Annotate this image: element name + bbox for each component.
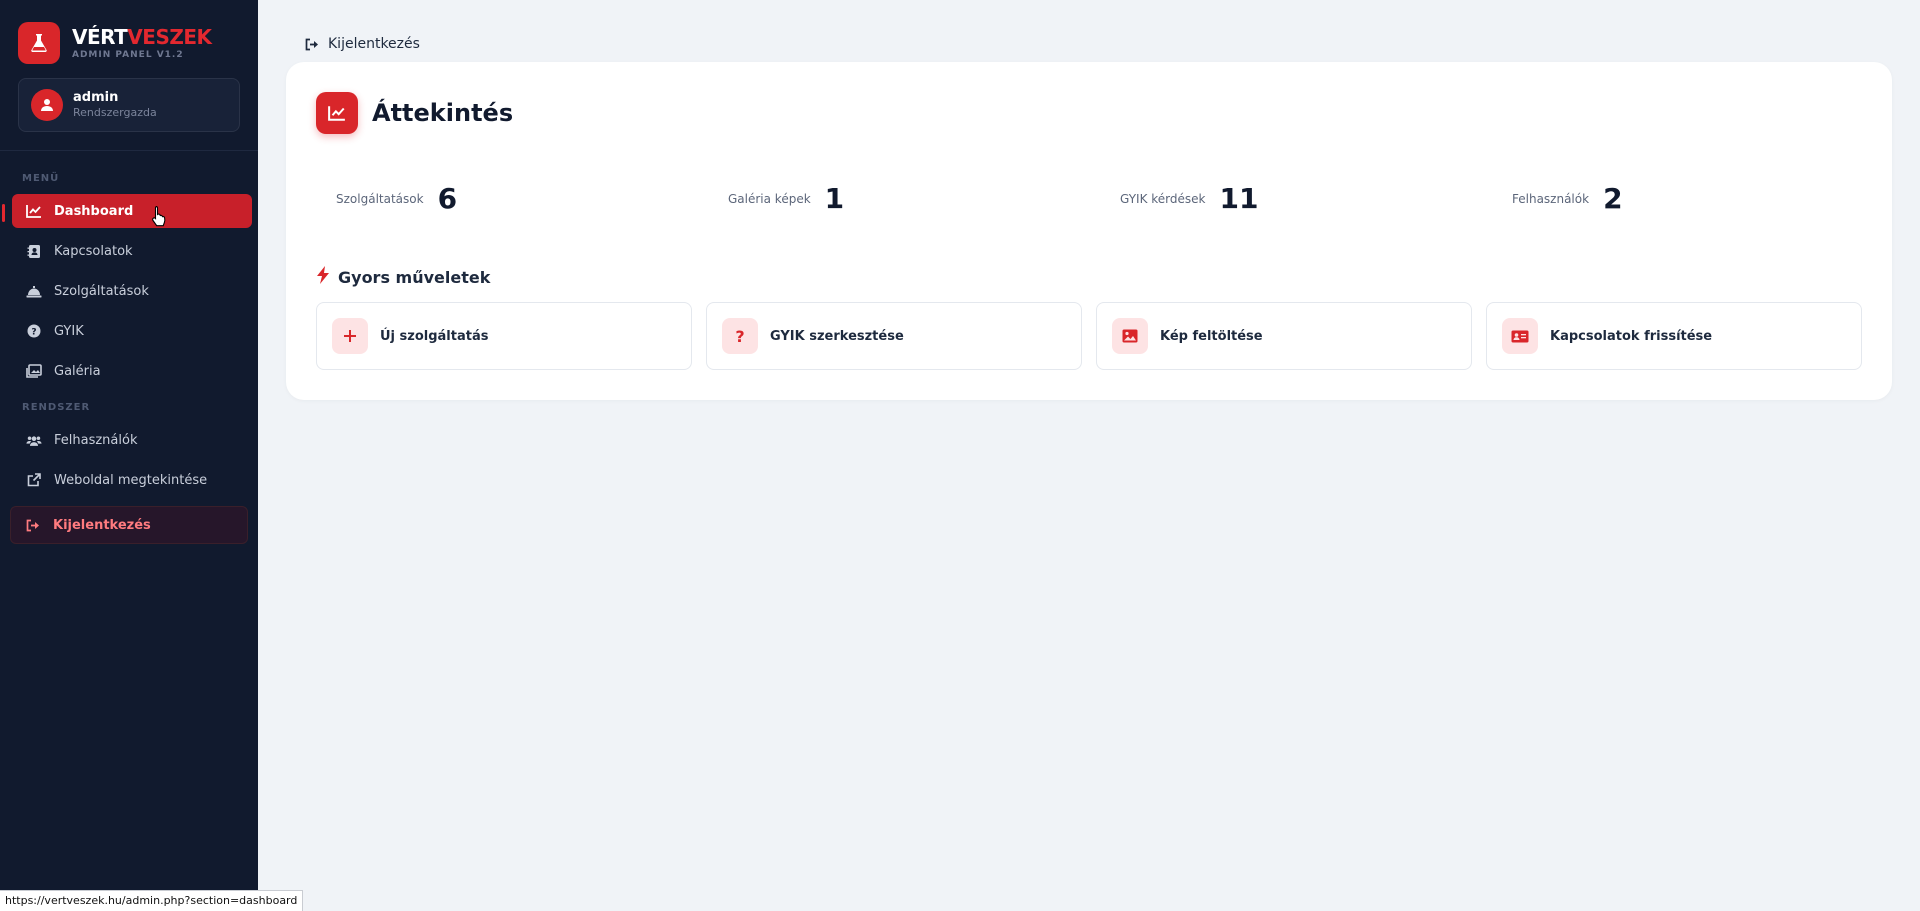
sidebar-item-weboldal-megtekintese[interactable]: Weboldal megtekintése bbox=[12, 463, 252, 497]
quick-actions-title: Gyors műveletek bbox=[338, 267, 491, 287]
overview-card: Áttekintés Szolgáltatások 6 Galéria képe… bbox=[286, 62, 1892, 400]
sidebar-item-felhasznalok[interactable]: Felhasználók bbox=[12, 423, 252, 457]
page-title: Áttekintés bbox=[372, 99, 514, 127]
stat-label: GYIK kérdések bbox=[1120, 191, 1206, 206]
system-section-label: RENDSZER bbox=[22, 402, 91, 413]
user-avatar-icon bbox=[31, 89, 63, 121]
browser-status-bar: https://vertveszek.hu/admin.php?section=… bbox=[0, 890, 304, 911]
stat-value: 11 bbox=[1219, 182, 1259, 215]
sidebar-item-label: Szolgáltatások bbox=[54, 283, 149, 299]
sidebar-item-label: Kapcsolatok bbox=[54, 243, 133, 259]
quick-action-kapcsolatok-frissitese[interactable]: Kapcsolatok frissítése bbox=[1486, 302, 1862, 370]
stat-galeria-kepek: Galéria képek 1 bbox=[728, 182, 844, 215]
question-icon: ? bbox=[722, 318, 758, 354]
quick-action-label: GYIK szerkesztése bbox=[770, 328, 904, 344]
question-circle-icon: ? bbox=[26, 323, 42, 339]
brand-name-white: VÉRT bbox=[72, 25, 128, 49]
sidebar-item-gyik[interactable]: ? GYIK bbox=[12, 314, 252, 348]
quick-action-uj-szolgaltatas[interactable]: Új szolgáltatás bbox=[316, 302, 692, 370]
brand-name-red: VESZEK bbox=[127, 25, 212, 49]
page-header: Áttekintés bbox=[316, 92, 513, 134]
sidebar-item-label: GYIK bbox=[54, 323, 84, 339]
image-icon bbox=[1112, 318, 1148, 354]
quick-action-gyik-szerkesztese[interactable]: ? GYIK szerkesztése bbox=[706, 302, 1082, 370]
sidebar-item-label: Kijelentkezés bbox=[53, 517, 151, 533]
sidebar-item-dashboard[interactable]: Dashboard bbox=[12, 194, 252, 228]
svg-text:?: ? bbox=[31, 328, 36, 338]
stat-value: 2 bbox=[1603, 182, 1623, 215]
images-icon bbox=[26, 363, 42, 379]
users-icon bbox=[26, 432, 42, 448]
chart-line-icon bbox=[316, 92, 358, 134]
sidebar-item-szolgaltatasok[interactable]: Szolgáltatások bbox=[12, 274, 252, 308]
user-name: admin bbox=[73, 90, 119, 105]
stat-value: 1 bbox=[824, 182, 845, 215]
brand-subtitle: ADMIN PANEL V1.2 bbox=[72, 50, 184, 60]
user-card[interactable]: admin Rendszergazda bbox=[18, 78, 240, 132]
brand[interactable]: VÉRTVESZEK ADMIN PANEL V1.2 bbox=[18, 22, 212, 64]
chart-line-icon bbox=[26, 203, 42, 219]
topbar-logout-label: Kijelentkezés bbox=[328, 36, 420, 52]
stat-label: Galéria képek bbox=[728, 191, 811, 206]
user-role: Rendszergazda bbox=[73, 106, 157, 119]
sidebar-item-galeria[interactable]: Galéria bbox=[12, 354, 252, 388]
active-marker bbox=[2, 204, 5, 222]
external-link-icon bbox=[26, 472, 42, 488]
sidebar: VÉRTVESZEK ADMIN PANEL V1.2 admin Rendsz… bbox=[0, 0, 258, 911]
sidebar-item-label: Felhasználók bbox=[54, 432, 138, 448]
sidebar-item-kapcsolatok[interactable]: Kapcsolatok bbox=[12, 234, 252, 268]
quick-action-label: Kapcsolatok frissítése bbox=[1550, 328, 1713, 344]
stat-szolgaltatasok: Szolgáltatások 6 bbox=[336, 182, 457, 215]
bolt-icon bbox=[316, 266, 330, 288]
sidebar-item-label: Weboldal megtekintése bbox=[54, 472, 208, 488]
quick-action-label: Új szolgáltatás bbox=[380, 328, 489, 344]
menu-section-label: MENÜ bbox=[22, 173, 60, 184]
sidebar-logout-button[interactable]: Kijelentkezés bbox=[10, 506, 248, 544]
id-card-icon bbox=[1502, 318, 1538, 354]
quick-action-kep-feltoltese[interactable]: Kép feltöltése bbox=[1096, 302, 1472, 370]
concierge-bell-icon bbox=[26, 283, 42, 299]
stat-value: 6 bbox=[437, 182, 458, 215]
sidebar-item-label: Dashboard bbox=[54, 203, 134, 219]
stat-label: Szolgáltatások bbox=[336, 191, 424, 206]
topbar-logout-link[interactable]: Kijelentkezés bbox=[305, 36, 420, 52]
quick-actions-header: Gyors műveletek bbox=[316, 266, 490, 288]
sidebar-divider bbox=[0, 150, 258, 151]
plus-icon bbox=[332, 318, 368, 354]
quick-action-label: Kép feltöltése bbox=[1160, 328, 1263, 344]
stat-label: Felhasználók bbox=[1512, 191, 1590, 206]
address-book-icon bbox=[26, 243, 42, 259]
flask-icon bbox=[18, 22, 60, 64]
stat-felhasznalok: Felhasználók 2 bbox=[1512, 182, 1623, 215]
hand-cursor-icon bbox=[151, 205, 167, 231]
brand-name: VÉRTVESZEK bbox=[72, 26, 212, 48]
sign-out-icon bbox=[25, 517, 41, 533]
sign-out-icon bbox=[305, 38, 320, 51]
sidebar-item-label: Galéria bbox=[54, 363, 101, 379]
stat-gyik-kerdesek: GYIK kérdések 11 bbox=[1120, 182, 1258, 215]
